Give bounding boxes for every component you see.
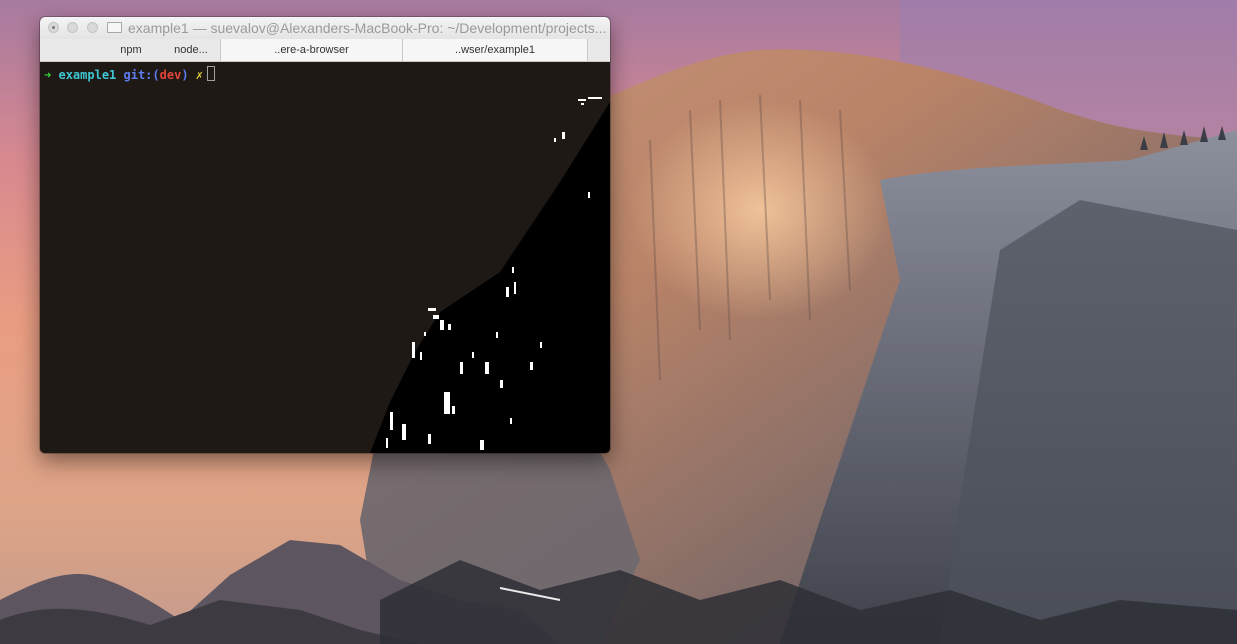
tab-extra[interactable] — [587, 39, 610, 61]
tab-bar: npm node... ..ere-a-browser ..wser/examp… — [40, 39, 610, 62]
terminal-content[interactable]: ➜ example1 git:(dev) ✗ — [40, 62, 610, 453]
title-bar[interactable]: example1 — suevalov@Alexanders-MacBook-P… — [40, 17, 610, 40]
text-cursor — [207, 66, 216, 81]
folder-icon — [107, 22, 122, 33]
zoom-window-button[interactable] — [87, 22, 98, 33]
prompt-branch: dev — [159, 68, 182, 82]
terminal-window[interactable]: example1 — suevalov@Alexanders-MacBook-P… — [40, 17, 610, 453]
tab-example1[interactable]: ..wser/example1 — [402, 39, 587, 61]
prompt-git-label: git: — [123, 68, 153, 82]
prompt-arrow-icon: ➜ — [44, 68, 52, 82]
tab-npm[interactable]: npm — [100, 39, 162, 61]
shell-prompt[interactable]: ➜ example1 git:(dev) ✗ — [44, 66, 216, 82]
close-window-button[interactable] — [48, 22, 59, 33]
minimize-window-button[interactable] — [67, 22, 78, 33]
tab-node[interactable]: node... — [162, 39, 220, 61]
window-title: example1 — suevalov@Alexanders-MacBook-P… — [128, 20, 606, 36]
prompt-branch-close: ) — [181, 68, 189, 82]
terminal-render-artifact — [370, 97, 610, 453]
tab-ere-a-browser[interactable]: ..ere-a-browser — [220, 39, 402, 61]
prompt-directory: example1 — [58, 68, 117, 82]
dirty-status-icon: ✗ — [195, 68, 204, 82]
desktop-wallpaper: example1 — suevalov@Alexanders-MacBook-P… — [0, 0, 1237, 644]
prompt-branch-open: ( — [152, 68, 160, 82]
